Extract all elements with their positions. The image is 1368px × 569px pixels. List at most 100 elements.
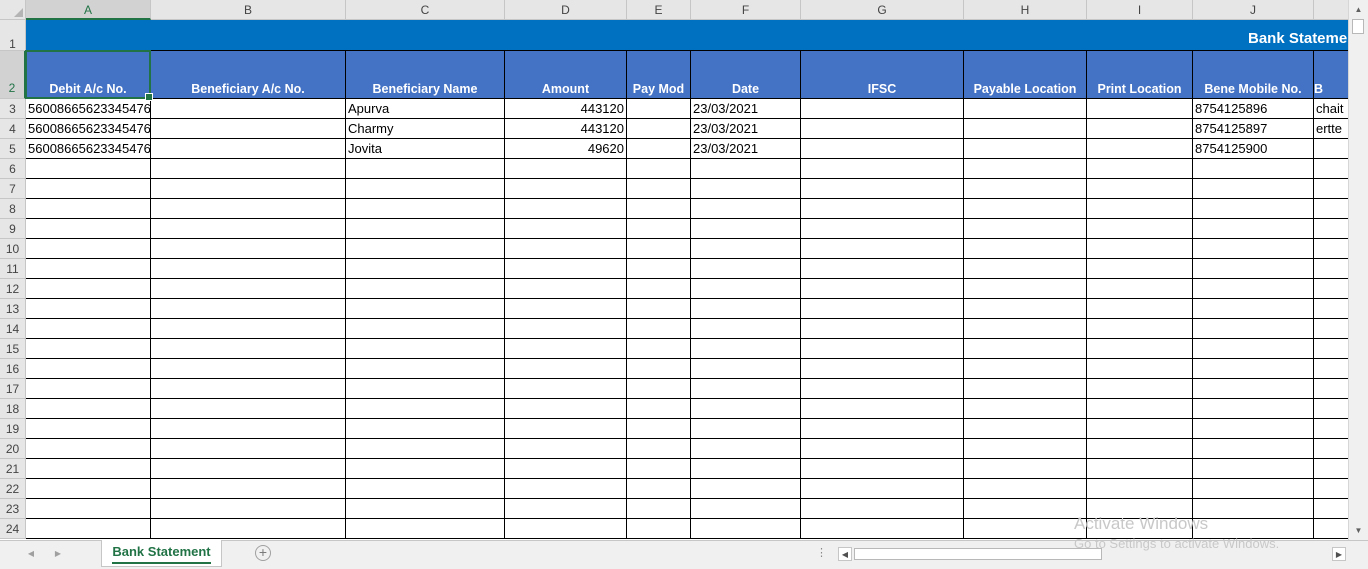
column-header-j[interactable]: J <box>1193 0 1314 20</box>
cell-j16[interactable] <box>1193 359 1314 379</box>
cell-b21[interactable] <box>151 459 346 479</box>
row-header-15[interactable]: 15 <box>0 339 26 359</box>
cell-f18[interactable] <box>691 399 801 419</box>
column-header-h[interactable]: H <box>964 0 1087 20</box>
cell-j20[interactable] <box>1193 439 1314 459</box>
cell-c19[interactable] <box>346 419 505 439</box>
cell-d22[interactable] <box>505 479 627 499</box>
cell-e10[interactable] <box>627 239 691 259</box>
cell-d17[interactable] <box>505 379 627 399</box>
cell-b5[interactable] <box>151 139 346 159</box>
cell-k19[interactable] <box>1314 419 1348 439</box>
cell-f19[interactable] <box>691 419 801 439</box>
cell-d19[interactable] <box>505 419 627 439</box>
header-cell-pay-mod[interactable]: Pay Mod <box>627 51 691 99</box>
cell-h13[interactable] <box>964 299 1087 319</box>
cell-f8[interactable] <box>691 199 801 219</box>
cell-e11[interactable] <box>627 259 691 279</box>
cell-i9[interactable] <box>1087 219 1193 239</box>
cell-e17[interactable] <box>627 379 691 399</box>
cell-d18[interactable] <box>505 399 627 419</box>
cell-j3[interactable]: 8754125896 <box>1193 99 1314 119</box>
scroll-left-arrow-icon[interactable]: ◀ <box>838 547 852 561</box>
cell-h23[interactable] <box>964 499 1087 519</box>
column-header-f[interactable]: F <box>691 0 801 20</box>
scroll-right-arrow-icon[interactable]: ▶ <box>1332 547 1346 561</box>
cell-j18[interactable] <box>1193 399 1314 419</box>
cell-f14[interactable] <box>691 319 801 339</box>
cell-g20[interactable] <box>801 439 964 459</box>
cell-e3[interactable] <box>627 99 691 119</box>
cell-c13[interactable] <box>346 299 505 319</box>
cell-b13[interactable] <box>151 299 346 319</box>
cell-k8[interactable] <box>1314 199 1348 219</box>
cell-i18[interactable] <box>1087 399 1193 419</box>
cell-e13[interactable] <box>627 299 691 319</box>
cell-k18[interactable] <box>1314 399 1348 419</box>
cell-h17[interactable] <box>964 379 1087 399</box>
cell-i17[interactable] <box>1087 379 1193 399</box>
cell-f6[interactable] <box>691 159 801 179</box>
cell-g11[interactable] <box>801 259 964 279</box>
cell-c22[interactable] <box>346 479 505 499</box>
row-header-6[interactable]: 6 <box>0 159 26 179</box>
cell-a15[interactable] <box>26 339 151 359</box>
cell-g16[interactable] <box>801 359 964 379</box>
cell-b23[interactable] <box>151 499 346 519</box>
cell-a19[interactable] <box>26 419 151 439</box>
cell-a12[interactable] <box>26 279 151 299</box>
cell-c15[interactable] <box>346 339 505 359</box>
cell-e7[interactable] <box>627 179 691 199</box>
cell-d8[interactable] <box>505 199 627 219</box>
cell-e20[interactable] <box>627 439 691 459</box>
cell-a16[interactable] <box>26 359 151 379</box>
cell-d16[interactable] <box>505 359 627 379</box>
cell-a14[interactable] <box>26 319 151 339</box>
cell-j22[interactable] <box>1193 479 1314 499</box>
cell-j8[interactable] <box>1193 199 1314 219</box>
row-header-14[interactable]: 14 <box>0 319 26 339</box>
horizontal-scroll-thumb[interactable] <box>854 548 1102 560</box>
cell-h6[interactable] <box>964 159 1087 179</box>
cell-h7[interactable] <box>964 179 1087 199</box>
horizontal-scrollbar[interactable]: ◀ ▶ <box>836 546 1348 563</box>
column-header-d[interactable]: D <box>505 0 627 20</box>
column-header-b[interactable]: B <box>151 0 346 20</box>
cell-k4[interactable]: ertte <box>1314 119 1348 139</box>
cell-j13[interactable] <box>1193 299 1314 319</box>
cell-i15[interactable] <box>1087 339 1193 359</box>
row-header-8[interactable]: 8 <box>0 199 26 219</box>
cell-d5[interactable]: 49620 <box>505 139 627 159</box>
cell-h21[interactable] <box>964 459 1087 479</box>
cell-k16[interactable] <box>1314 359 1348 379</box>
cell-g13[interactable] <box>801 299 964 319</box>
cell-a21[interactable] <box>26 459 151 479</box>
cell-e15[interactable] <box>627 339 691 359</box>
cell-g19[interactable] <box>801 419 964 439</box>
cell-d4[interactable]: 443120 <box>505 119 627 139</box>
cell-h8[interactable] <box>964 199 1087 219</box>
cell-d9[interactable] <box>505 219 627 239</box>
header-cell-beneficiary-ac[interactable]: Beneficiary A/c No. <box>151 51 346 99</box>
cell-a7[interactable] <box>26 179 151 199</box>
cell-c8[interactable] <box>346 199 505 219</box>
cell-a11[interactable] <box>26 259 151 279</box>
header-cell-name[interactable]: Beneficiary Name <box>346 51 505 99</box>
vertical-scrollbar[interactable]: ▲ ▼ <box>1348 0 1368 540</box>
cell-k10[interactable] <box>1314 239 1348 259</box>
cell-g12[interactable] <box>801 279 964 299</box>
cell-a13[interactable] <box>26 299 151 319</box>
cell-c17[interactable] <box>346 379 505 399</box>
add-sheet-plus-icon[interactable]: + <box>255 545 271 561</box>
cell-f16[interactable] <box>691 359 801 379</box>
sheet-tab-bank-statement[interactable]: Bank Statement <box>101 540 222 567</box>
row-header-4[interactable]: 4 <box>0 119 26 139</box>
cell-c12[interactable] <box>346 279 505 299</box>
column-header-a[interactable]: A <box>26 0 151 20</box>
cell-c3[interactable]: Apurva <box>346 99 505 119</box>
cell-c14[interactable] <box>346 319 505 339</box>
cell-a24[interactable] <box>26 519 151 539</box>
cell-d21[interactable] <box>505 459 627 479</box>
cell-i12[interactable] <box>1087 279 1193 299</box>
cell-h22[interactable] <box>964 479 1087 499</box>
